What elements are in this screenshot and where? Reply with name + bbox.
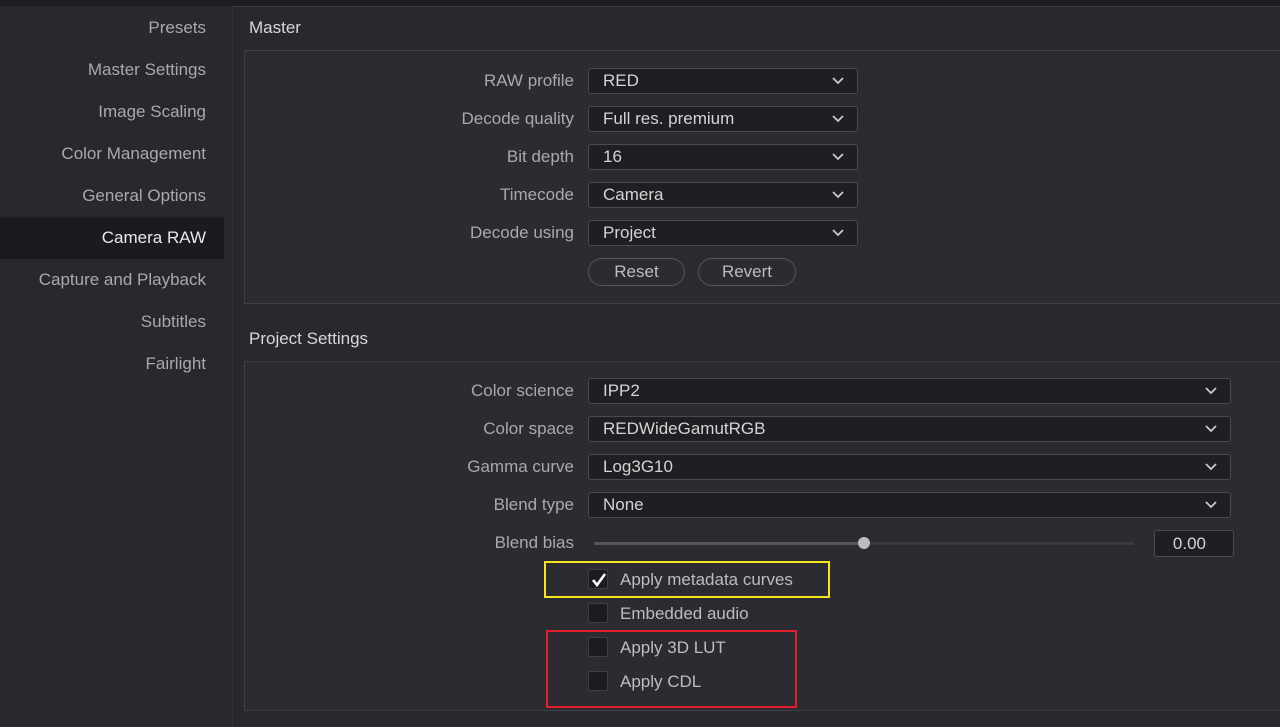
sidebar-item-capture-and-playback[interactable]: Capture and Playback [0,259,224,301]
top-divider [233,6,1280,7]
embedded-audio-checkbox[interactable] [588,603,608,623]
gamma-curve-value: Log3G10 [603,457,673,476]
sidebar-item-camera-raw[interactable]: Camera RAW [0,217,224,259]
timecode-dropdown[interactable]: Camera [588,182,858,208]
red-highlight-box [546,630,797,708]
color-science-dropdown[interactable]: IPP2 [588,378,1231,404]
embedded-audio-label[interactable]: Embedded audio [620,604,749,624]
blend-bias-slider-fill [594,542,864,545]
decode-using-label: Decode using [470,223,574,242]
sidebar-item-image-scaling[interactable]: Image Scaling [0,91,224,133]
bit-depth-dropdown[interactable]: 16 [588,144,858,170]
raw-profile-label: RAW profile [483,71,574,90]
blend-bias-value-input[interactable]: 0.00 [1154,530,1234,557]
blend-type-label: Blend type [493,495,574,514]
decode-quality-value: Full res. premium [603,109,735,128]
decode-using-dropdown[interactable]: Project [588,220,858,246]
color-science-value: IPP2 [603,381,640,400]
gamma-curve-dropdown[interactable]: Log3G10 [588,454,1231,480]
raw-profile-value: RED [603,71,639,90]
chevron-down-icon [1205,463,1217,471]
master-section-title: Master [249,18,301,37]
sidebar-item-color-management[interactable]: Color Management [0,133,224,175]
color-space-label: Color space [483,419,574,438]
chevron-down-icon [832,153,844,161]
color-space-value: REDWideGamutRGB [603,419,766,438]
timecode-value: Camera [603,185,664,204]
yellow-highlight-box [544,561,830,598]
sidebar-item-master-settings[interactable]: Master Settings [0,49,224,91]
chevron-down-icon [832,191,844,199]
chevron-down-icon [1205,501,1217,509]
project-settings-section-title: Project Settings [249,329,369,348]
timecode-label: Timecode [499,185,574,204]
gamma-curve-label: Gamma curve [467,457,574,476]
revert-button[interactable]: Revert [698,258,796,286]
decode-using-value: Project [603,223,656,242]
sidebar: Presets Master Settings Image Scaling Co… [0,7,224,727]
blend-bias-label: Blend bias [494,533,574,552]
sidebar-item-presets[interactable]: Presets [0,7,224,49]
color-space-dropdown[interactable]: REDWideGamutRGB [588,416,1231,442]
sidebar-item-fairlight[interactable]: Fairlight [0,343,224,385]
sidebar-item-general-options[interactable]: General Options [0,175,224,217]
bit-depth-value: 16 [603,147,622,166]
chevron-down-icon [1205,425,1217,433]
decode-quality-label: Decode quality [461,109,574,128]
sidebar-divider [232,7,233,727]
color-science-label: Color science [471,381,574,400]
blend-type-value: None [603,495,644,514]
chevron-down-icon [832,115,844,123]
chevron-down-icon [1205,387,1217,395]
raw-profile-dropdown[interactable]: RED [588,68,858,94]
decode-quality-dropdown[interactable]: Full res. premium [588,106,858,132]
sidebar-item-subtitles[interactable]: Subtitles [0,301,224,343]
chevron-down-icon [832,229,844,237]
bit-depth-label: Bit depth [506,147,574,166]
chevron-down-icon [832,77,844,85]
blend-type-dropdown[interactable]: None [588,492,1231,518]
reset-button[interactable]: Reset [588,258,685,286]
blend-bias-slider-handle[interactable] [858,537,870,549]
